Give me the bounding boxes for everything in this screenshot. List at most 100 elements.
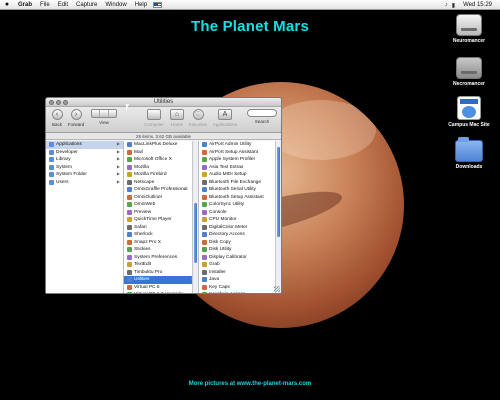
- applications-icon: A: [218, 109, 232, 120]
- list-item[interactable]: Bluetooth Setup Assistant: [199, 194, 281, 202]
- app-icon: [127, 164, 132, 170]
- menu-edit[interactable]: Edit: [54, 2, 72, 8]
- input-menu-flag-icon[interactable]: [153, 1, 163, 8]
- utilities-scrollbar[interactable]: [275, 141, 281, 293]
- view-button[interactable]: View: [88, 109, 120, 125]
- list-item[interactable]: Users ▶: [46, 179, 123, 187]
- list-item[interactable]: Bluetooth Serial Utility: [199, 186, 281, 194]
- places-column: Applications ▶ Developer ▶ Library ▶ Sys…: [46, 141, 124, 293]
- list-item[interactable]: Mozilla Firebird: [124, 171, 198, 179]
- app-icon: [202, 217, 207, 223]
- app-icon: [202, 232, 207, 238]
- app-icon: [202, 239, 207, 245]
- finder-window: Utilities ‹ Back › Forward View Computer…: [45, 97, 282, 294]
- menu-help[interactable]: Help: [131, 2, 151, 8]
- app-icon: [127, 247, 132, 253]
- list-item[interactable]: Java: [199, 276, 281, 284]
- favorites-button[interactable]: ♡ Favorites: [187, 109, 209, 127]
- list-item[interactable]: Snapz Pro X: [124, 239, 198, 247]
- list-item[interactable]: MacLinkPlus Deluxe: [124, 141, 198, 149]
- forward-button[interactable]: › Forward: [65, 109, 87, 127]
- list-item[interactable]: CPU Monitor: [199, 216, 281, 224]
- list-item[interactable]: Virtual PC 6.0 Upgrade: [124, 291, 198, 293]
- desktop-icon-neuromancer[interactable]: Neuromancer: [439, 14, 499, 44]
- desktop-icon-downloads[interactable]: Downloads: [439, 137, 499, 170]
- back-button[interactable]: ‹ Back: [50, 109, 64, 127]
- list-item[interactable]: Installer: [199, 269, 281, 277]
- home-button[interactable]: ⌂ Home: [168, 109, 186, 127]
- battery-icon[interactable]: ▮: [452, 2, 455, 9]
- list-item[interactable]: OmniOutliner: [124, 194, 198, 202]
- app-icon: [202, 224, 207, 230]
- app-icon: [127, 172, 132, 178]
- list-item[interactable]: Mozilla: [124, 164, 198, 172]
- app-icon: [202, 277, 207, 283]
- list-item[interactable]: Disk Utility: [199, 246, 281, 254]
- window-titlebar[interactable]: Utilities: [46, 98, 281, 107]
- window-title: Utilities: [153, 99, 174, 105]
- list-item[interactable]: Apple System Profiler: [199, 156, 281, 164]
- applications-scrollbar[interactable]: [192, 141, 198, 293]
- menu-window[interactable]: Window: [101, 2, 130, 8]
- list-item[interactable]: Keychain Access: [199, 291, 281, 293]
- list-item[interactable]: Applications ▶: [46, 141, 123, 149]
- list-item[interactable]: Asia Text Extras: [199, 164, 281, 172]
- search-input[interactable]: [247, 109, 277, 117]
- list-item[interactable]: System ▶: [46, 164, 123, 172]
- apple-menu-icon[interactable]: ●: [0, 1, 14, 8]
- list-item[interactable]: Directory Access: [199, 231, 281, 239]
- list-item[interactable]: Preview: [124, 209, 198, 217]
- list-item[interactable]: Bluetooth File Exchange: [199, 179, 281, 187]
- app-icon: [127, 284, 132, 290]
- applications-button[interactable]: A Applications: [210, 109, 240, 127]
- list-item[interactable]: Key Caps: [199, 284, 281, 292]
- list-item[interactable]: Grab: [199, 261, 281, 269]
- app-icon: [202, 247, 207, 253]
- list-item[interactable]: Sherlock: [124, 231, 198, 239]
- list-item[interactable]: AirPort Admin Utility: [199, 141, 281, 149]
- list-item[interactable]: System Preferences: [124, 254, 198, 262]
- list-item[interactable]: OmniGraffle Professional: [124, 186, 198, 194]
- list-item[interactable]: System Folder ▶: [46, 171, 123, 179]
- list-item[interactable]: Stickies: [124, 246, 198, 254]
- app-icon: [202, 179, 207, 185]
- computer-button[interactable]: Computer: [142, 109, 166, 127]
- list-item[interactable]: Safari: [124, 224, 198, 232]
- app-icon: [202, 209, 207, 215]
- menu-clock[interactable]: Wed 15:29: [459, 2, 496, 8]
- app-icon: [202, 149, 207, 155]
- menu-capture[interactable]: Capture: [72, 2, 101, 8]
- list-item[interactable]: ColorSync Utility: [199, 201, 281, 209]
- hard-drive-icon: [456, 57, 482, 79]
- list-item[interactable]: OmniWeb: [124, 201, 198, 209]
- list-item[interactable]: Virtual PC 6: [124, 284, 198, 292]
- app-icon: [127, 232, 132, 238]
- resize-handle-icon[interactable]: [274, 286, 280, 292]
- list-item[interactable]: DigitalColor Meter: [199, 224, 281, 232]
- app-menu[interactable]: Grab: [14, 2, 36, 8]
- list-item[interactable]: Disk Copy: [199, 239, 281, 247]
- disclosure-arrow-icon: ▶: [116, 163, 120, 169]
- list-item[interactable]: Library ▶: [46, 156, 123, 164]
- list-item[interactable]: Display Calibrator: [199, 254, 281, 262]
- list-item[interactable]: Netscape: [124, 179, 198, 187]
- list-item[interactable]: AirPort Setup Assistant: [199, 149, 281, 157]
- list-item[interactable]: Console: [199, 209, 281, 217]
- list-item[interactable]: Utilities▶: [124, 276, 198, 284]
- volume-icon[interactable]: ♪: [445, 2, 448, 8]
- list-item[interactable]: QuickTime Player: [124, 216, 198, 224]
- disclosure-arrow-icon: ▶: [116, 148, 120, 154]
- app-icon: [127, 217, 132, 223]
- desktop-icon-necromancer[interactable]: Necromancer: [439, 57, 499, 87]
- list-item[interactable]: Microsoft Office X: [124, 156, 198, 164]
- app-icon: [202, 172, 207, 178]
- list-item[interactable]: Developer ▶: [46, 149, 123, 157]
- list-item[interactable]: Timbuktu Pro: [124, 269, 198, 277]
- desktop-icon-campus-mac-site[interactable]: Campus Mac Site: [439, 96, 499, 128]
- list-item[interactable]: Mail: [124, 149, 198, 157]
- search-label: Search: [254, 119, 270, 124]
- list-item[interactable]: TextEdit: [124, 261, 198, 269]
- menu-file[interactable]: File: [36, 2, 54, 8]
- list-item[interactable]: Audio MIDI Setup: [199, 171, 281, 179]
- finder-toolbar: ‹ Back › Forward View Computer ⌂ Home ♡ …: [46, 107, 281, 133]
